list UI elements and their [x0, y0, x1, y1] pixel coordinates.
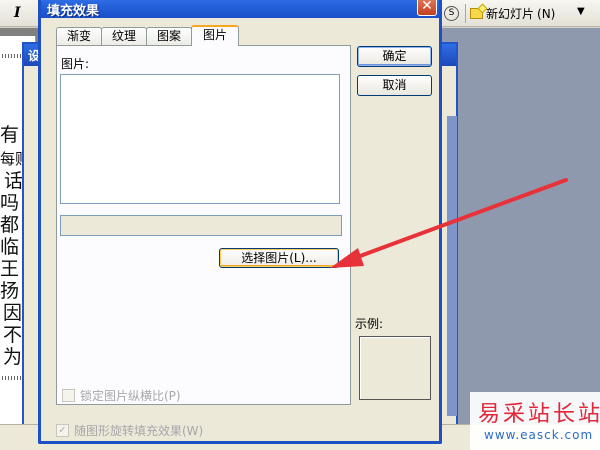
picture-name-field: [60, 215, 342, 236]
ok-button[interactable]: 确定: [357, 46, 432, 67]
rotate-with-shape-option: ✓ 随图形旋转填充效果(W): [56, 422, 203, 439]
picture-tab-panel: 图片: 选择图片(L)... 锁定图片纵横比(P): [56, 45, 351, 405]
picture-preview-area: [60, 74, 340, 204]
tab-texture[interactable]: 纹理: [101, 27, 148, 46]
new-slide-shortcut: (N): [537, 6, 556, 21]
lock-aspect-label: 锁定图片纵横比(P): [80, 389, 181, 403]
picture-label: 图片:: [61, 57, 90, 71]
toolbar-separator: [465, 4, 466, 23]
cancel-button[interactable]: 取消: [357, 75, 432, 96]
rotate-with-shape-checkbox[interactable]: ✓: [56, 424, 69, 437]
tab-gradient[interactable]: 渐变: [56, 27, 103, 46]
parent-dialog-scrollbar: [447, 116, 457, 416]
fill-effects-dialog: 填充效果 ✕ 渐变 纹理 图案 图片 图片: 选择图片(L)... 锁定图片纵横…: [38, 0, 442, 444]
lock-aspect-option: 锁定图片纵横比(P): [62, 387, 181, 404]
new-slide-button[interactable]: 新幻灯片 (N): [470, 4, 555, 23]
dialog-title: 填充效果: [47, 4, 100, 19]
slide-canvas-background: [440, 28, 600, 450]
italic-button[interactable]: I: [14, 5, 21, 21]
tab-pattern[interactable]: 图案: [146, 27, 193, 46]
preview-box: [359, 336, 431, 400]
toolbar-overflow-icon[interactable]: ▼: [577, 6, 585, 17]
new-slide-icon: [470, 8, 483, 19]
rotate-with-shape-label: 随图形旋转填充效果(W): [74, 424, 204, 438]
select-picture-button[interactable]: 选择图片(L)...: [219, 248, 339, 268]
dialog-titlebar[interactable]: 填充效果 ✕: [41, 0, 439, 19]
tab-picture[interactable]: 图片: [191, 25, 240, 46]
preview-label: 示例:: [355, 317, 384, 331]
close-button[interactable]: ✕: [417, 0, 437, 16]
watermark: 易采站长站 www.easck.com: [470, 392, 600, 450]
s-icon[interactable]: S: [444, 6, 459, 21]
tab-strip: 渐变 纹理 图案 图片: [56, 25, 240, 46]
watermark-url: www.easck.com: [484, 428, 594, 442]
lock-aspect-checkbox[interactable]: [62, 389, 75, 402]
watermark-title: 易采站长站: [478, 402, 600, 427]
new-slide-label: 新幻灯片: [486, 7, 535, 21]
